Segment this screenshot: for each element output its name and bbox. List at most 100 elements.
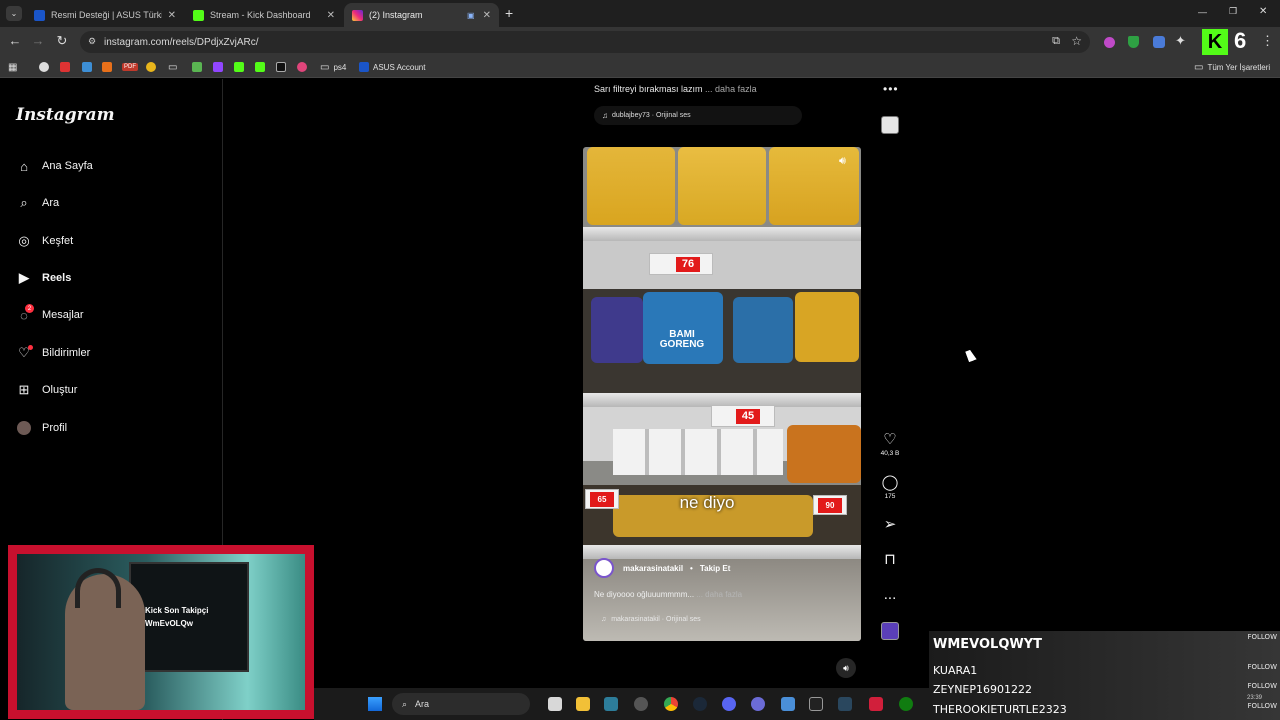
apps-grid-icon[interactable]: ▦	[8, 61, 17, 73]
send-icon[interactable]: ➢	[878, 517, 902, 533]
sidebar-item-create[interactable]: ⊞ Oluştur	[16, 379, 78, 401]
app-icon[interactable]	[634, 697, 648, 711]
music-note-icon: ♫	[601, 616, 607, 623]
sidebar-item-search[interactable]: ⌕ Ara	[16, 192, 59, 214]
more-options-icon[interactable]: •••	[883, 82, 899, 96]
comment-icon[interactable]: ◯	[878, 475, 902, 491]
audio-thumb-icon[interactable]	[881, 622, 899, 640]
close-window-button[interactable]: ✕	[1259, 6, 1267, 17]
folder-icon: ▭	[320, 61, 330, 73]
bookmark-r[interactable]	[276, 61, 286, 73]
reel-author[interactable]: makarasinatakil • Takip Et	[594, 558, 730, 578]
puzzle-extensions-icon[interactable]: ✦	[1175, 33, 1186, 49]
follow-button[interactable]: Takip Et	[700, 564, 731, 573]
app-icon[interactable]	[604, 697, 618, 711]
save-action[interactable]: ⊓	[878, 552, 902, 568]
bookmark-layers[interactable]	[82, 61, 92, 73]
new-tab-button[interactable]: +	[505, 5, 513, 21]
heart-icon[interactable]: ♡	[878, 432, 902, 448]
follower-name: THEROOKIETURTLE2323	[933, 703, 1067, 716]
bookmark-star-icon[interactable]: ☆	[1071, 34, 1082, 48]
more-link[interactable]: ... daha fazla	[705, 84, 757, 94]
shield-extension-icon[interactable]	[1128, 36, 1139, 48]
headphones	[75, 568, 121, 608]
steam-icon[interactable]	[693, 697, 707, 711]
media-playing-icon[interactable]: ▣	[467, 11, 475, 20]
back-button[interactable]: ←	[6, 33, 24, 48]
bookmark-star[interactable]	[192, 61, 202, 73]
app-icon[interactable]	[809, 697, 823, 711]
taskbar-search[interactable]: ⌕ Ara	[392, 693, 530, 715]
tab-asus-support[interactable]: Resmi Desteği | ASUS Türkiye ✕	[26, 3, 184, 27]
app-icon[interactable]	[781, 697, 795, 711]
profile-badge[interactable]: 6	[1234, 28, 1246, 54]
author-avatar[interactable]	[594, 558, 614, 578]
audio-label: dublajbey73 · Orijinal ses	[612, 112, 691, 119]
webcam-follower-text: Kick Son Takipçi WmEvOLQw	[145, 604, 208, 630]
comment-action[interactable]: ◯ 175	[878, 475, 902, 501]
bookmark-audio[interactable]	[102, 61, 112, 73]
close-tab-icon[interactable]: ✕	[483, 10, 491, 21]
bookmark-pdf[interactable]: PDF	[122, 61, 138, 73]
extension-icon[interactable]	[1104, 37, 1115, 48]
forward-button[interactable]: →	[29, 33, 47, 48]
file-explorer-icon[interactable]	[576, 697, 590, 711]
sidebar-item-messages[interactable]: ◌ 2 Mesajlar	[16, 304, 84, 326]
bookmark-d[interactable]	[255, 61, 265, 73]
all-bookmarks[interactable]: ▭ Tüm Yer İşaretleri	[1194, 61, 1270, 73]
bookmark-twitch[interactable]	[213, 61, 223, 73]
menu-kebab-icon[interactable]: ⋮	[1261, 33, 1274, 49]
author-name[interactable]: makarasinatakil	[623, 564, 683, 573]
windows-start-icon[interactable]	[368, 697, 382, 711]
bookmark-asus-account[interactable]: ASUS Account	[359, 61, 425, 73]
reload-button[interactable]: ↻	[53, 33, 71, 49]
bookmark-folder[interactable]: ▭	[168, 61, 177, 73]
instagram-logo[interactable]: Instagram	[16, 105, 115, 125]
bookmark-coin[interactable]	[146, 61, 156, 73]
like-action[interactable]: ♡ 40,3 B	[878, 432, 902, 458]
waveform-icon	[102, 62, 112, 72]
bookmark-red[interactable]	[60, 61, 70, 73]
tab-instagram[interactable]: (2) Instagram ▣ ✕	[344, 3, 499, 27]
tab-search-button[interactable]: ⌄	[6, 6, 22, 21]
bookmark-ps4-folder[interactable]: ▭ ps4	[320, 61, 346, 73]
close-tab-icon[interactable]: ✕	[168, 10, 176, 21]
more-link[interactable]: ... daha fazla	[696, 590, 742, 599]
task-view-icon[interactable]	[548, 697, 562, 711]
bookmark-icon[interactable]: ⊓	[878, 552, 902, 568]
address-bar[interactable]: ⚙ instagram.com/reels/DPdjxZvjARc/ ⧉ ☆	[80, 31, 1090, 53]
chrome-icon[interactable]	[664, 697, 678, 711]
translate-extension-icon[interactable]	[1153, 36, 1165, 48]
mouse-cursor-icon	[965, 348, 977, 363]
tab-kick-dashboard[interactable]: Stream - Kick Dashboard ✕	[185, 3, 343, 27]
share-action[interactable]: ➢	[878, 517, 902, 533]
volume-icon[interactable]: 🔊︎	[836, 658, 856, 678]
app-icon[interactable]	[869, 697, 883, 711]
xbox-icon[interactable]	[899, 697, 913, 711]
install-app-icon[interactable]: ⧉	[1052, 35, 1060, 48]
more-options-icon[interactable]: ...	[878, 587, 902, 603]
sidebar-item-notifications[interactable]: ♡ Bildirimler	[16, 342, 90, 364]
follow-label: FOLLOW	[1247, 633, 1277, 641]
audio-thumb-icon[interactable]	[881, 116, 899, 134]
steam-icon[interactable]	[838, 697, 852, 711]
bookmark-github[interactable]	[39, 61, 49, 73]
reel-audio[interactable]: ♫ makarasinatakil · Orijinal ses	[601, 616, 701, 623]
notification-dot	[28, 345, 33, 350]
sidebar-item-reels[interactable]: ▶ Reels	[16, 267, 71, 289]
site-info-icon[interactable]: ⚙	[88, 36, 96, 47]
maximize-button[interactable]: ❐	[1229, 6, 1237, 17]
kick-logo-icon[interactable]: K	[1202, 29, 1228, 55]
bookmark-kick[interactable]	[234, 61, 244, 73]
discord-icon[interactable]	[722, 697, 736, 711]
sidebar-item-explore[interactable]: ◎ Keşfet	[16, 230, 73, 252]
bookmark-pink[interactable]	[297, 61, 307, 73]
minimize-button[interactable]: —	[1198, 7, 1207, 17]
audio-pill[interactable]: ♫ dublajbey73 · Orijinal ses	[594, 106, 802, 125]
app-icon[interactable]	[751, 697, 765, 711]
close-tab-icon[interactable]: ✕	[327, 10, 335, 21]
sidebar-item-home[interactable]: ⌂ Ana Sayfa	[16, 155, 93, 177]
sidebar-item-profile[interactable]: Profil	[16, 417, 67, 439]
volume-icon[interactable]: 🔊︎	[839, 155, 846, 168]
more-action[interactable]: ...	[878, 587, 902, 603]
